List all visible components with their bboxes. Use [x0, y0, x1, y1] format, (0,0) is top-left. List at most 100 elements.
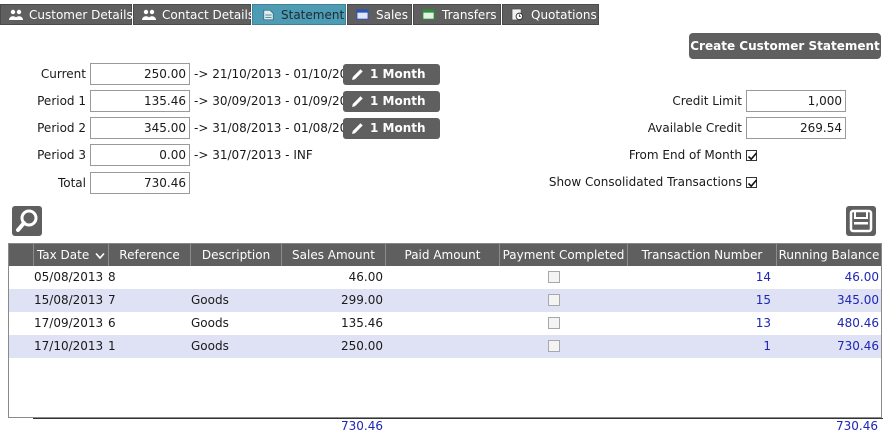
total-sales-amount: 730.46 — [341, 419, 383, 433]
cell-transaction-number[interactable]: 1 — [628, 335, 771, 358]
tab-customer-details[interactable]: Customer Details — [0, 4, 133, 25]
one-month-button[interactable]: 1 Month — [343, 91, 440, 112]
cell-paid-amount — [386, 312, 496, 335]
transfers-icon — [422, 9, 435, 20]
payment-completed-checkbox[interactable] — [548, 317, 560, 329]
one-month-button[interactable]: 1 Month — [343, 64, 440, 85]
search-button[interactable] — [12, 206, 42, 236]
cell-sales-amount: 135.46 — [341, 316, 383, 330]
from-end-of-month-label: From End of Month — [628, 148, 742, 162]
cell-date: 05/08/2013 — [34, 270, 104, 284]
period-label: Period 3 — [37, 148, 86, 162]
tab-contact-details[interactable]: Contact Details — [133, 4, 255, 25]
cell-sales-amount: 299.00 — [341, 293, 383, 307]
header-spacer — [9, 244, 34, 266]
table-row[interactable]: 15/08/2013 7 Goods 299.00 15 345.00 — [9, 289, 881, 312]
tab-label: Statement — [281, 8, 345, 22]
from-end-of-month-checkbox[interactable] — [746, 150, 758, 161]
cell-reference: 7 — [108, 293, 116, 307]
period-1-field[interactable]: 135.46 — [90, 90, 190, 112]
period-range: -> 30/09/2013 - 01/09/2013 — [194, 94, 363, 108]
pencil-icon — [352, 69, 363, 80]
users-icon — [9, 9, 23, 20]
pencil-icon — [352, 96, 363, 107]
cell-description: Goods — [191, 339, 229, 353]
payment-completed-checkbox[interactable] — [548, 271, 560, 283]
cell-description: Goods — [191, 293, 229, 307]
tab-label: Customer Details — [29, 8, 133, 22]
cell-transaction-number[interactable]: 13 — [628, 312, 771, 335]
save-icon — [849, 209, 873, 233]
totals-divider — [33, 418, 883, 419]
tab-transfers[interactable]: Transfers — [413, 4, 501, 25]
cell-running-balance: 480.46 — [837, 316, 879, 330]
period-label: Current — [40, 67, 86, 81]
chevron-down-icon — [95, 252, 105, 259]
cell-description: Goods — [191, 316, 229, 330]
users-icon — [142, 9, 156, 20]
period-3-field[interactable]: 0.00 — [90, 144, 190, 166]
tab-label: Sales — [376, 8, 408, 22]
total-running-balance: 730.46 — [836, 419, 878, 433]
total-label: Total — [57, 176, 86, 190]
cell-running-balance: 730.46 — [837, 339, 879, 353]
cell-sales-amount: 250.00 — [341, 339, 383, 353]
tab-bar: Customer Details Contact Details Stateme… — [0, 4, 887, 25]
period-range: -> 31/08/2013 - 01/08/2013 — [194, 121, 363, 135]
tab-label: Contact Details — [162, 8, 255, 22]
total-field[interactable]: 730.46 — [90, 172, 190, 194]
tab-label: Transfers — [442, 8, 497, 22]
table-row[interactable]: 17/10/2013 1 Goods 250.00 1 730.46 — [9, 335, 881, 358]
one-month-label: 1 Month — [370, 67, 426, 81]
cell-running-balance: 46.00 — [844, 270, 879, 284]
cell-paid-amount — [386, 266, 496, 289]
cell-running-balance: 345.00 — [837, 293, 879, 307]
header-transaction-number[interactable]: Transaction Number — [628, 244, 777, 266]
tab-quotations[interactable]: Quotations — [502, 4, 599, 25]
table-row[interactable]: 05/08/2013 8 46.00 14 46.00 — [9, 266, 881, 289]
credit-limit-field[interactable]: 1,000 — [746, 90, 846, 112]
cell-date: 17/09/2013 — [34, 316, 104, 330]
available-credit-label: Available Credit — [647, 121, 742, 135]
cell-date: 15/08/2013 — [34, 293, 104, 307]
cell-reference: 8 — [108, 270, 116, 284]
transactions-table: Tax Date Reference Description Sales Amo… — [8, 243, 882, 418]
save-button[interactable] — [846, 206, 876, 236]
table-header: Tax Date Reference Description Sales Amo… — [9, 244, 881, 266]
cell-paid-amount — [386, 335, 496, 358]
document-icon — [263, 9, 274, 21]
period-label: Period 2 — [37, 121, 86, 135]
tab-sales[interactable]: Sales — [347, 4, 412, 25]
cell-reference: 6 — [108, 316, 116, 330]
tab-statement[interactable]: Statement — [252, 4, 346, 25]
table-row[interactable]: 17/09/2013 6 Goods 135.46 13 480.46 — [9, 312, 881, 335]
cell-sales-amount: 46.00 — [348, 270, 383, 284]
cell-paid-amount — [386, 289, 496, 312]
one-month-button[interactable]: 1 Month — [343, 118, 440, 139]
header-reference[interactable]: Reference — [109, 244, 191, 266]
header-payment-completed[interactable]: Payment Completed — [500, 244, 628, 266]
period-range: -> 21/10/2013 - 01/10/2013 — [194, 67, 363, 81]
cell-transaction-number[interactable]: 14 — [628, 266, 771, 289]
quotations-icon — [511, 8, 524, 21]
header-tax-date[interactable]: Tax Date — [34, 244, 109, 266]
header-sales-amount[interactable]: Sales Amount — [282, 244, 386, 266]
period-current-field[interactable]: 250.00 — [90, 63, 190, 85]
payment-completed-checkbox[interactable] — [548, 340, 560, 352]
show-consolidated-checkbox[interactable] — [746, 177, 758, 188]
available-credit-field[interactable]: 269.54 — [746, 117, 846, 139]
header-description[interactable]: Description — [191, 244, 282, 266]
search-icon — [16, 209, 38, 232]
period-2-field[interactable]: 345.00 — [90, 117, 190, 139]
credit-limit-label: Credit Limit — [672, 94, 742, 108]
header-running-balance[interactable]: Running Balance — [777, 244, 881, 266]
create-customer-statement-button[interactable]: Create Customer Statement — [689, 33, 881, 59]
one-month-label: 1 Month — [370, 94, 426, 108]
payment-completed-checkbox[interactable] — [548, 294, 560, 306]
checkmark-icon — [747, 152, 758, 161]
checkmark-icon — [747, 179, 758, 188]
cell-transaction-number[interactable]: 15 — [628, 289, 771, 312]
period-label: Period 1 — [37, 94, 86, 108]
cell-date: 17/10/2013 — [34, 339, 104, 353]
header-paid-amount[interactable]: Paid Amount — [386, 244, 500, 266]
